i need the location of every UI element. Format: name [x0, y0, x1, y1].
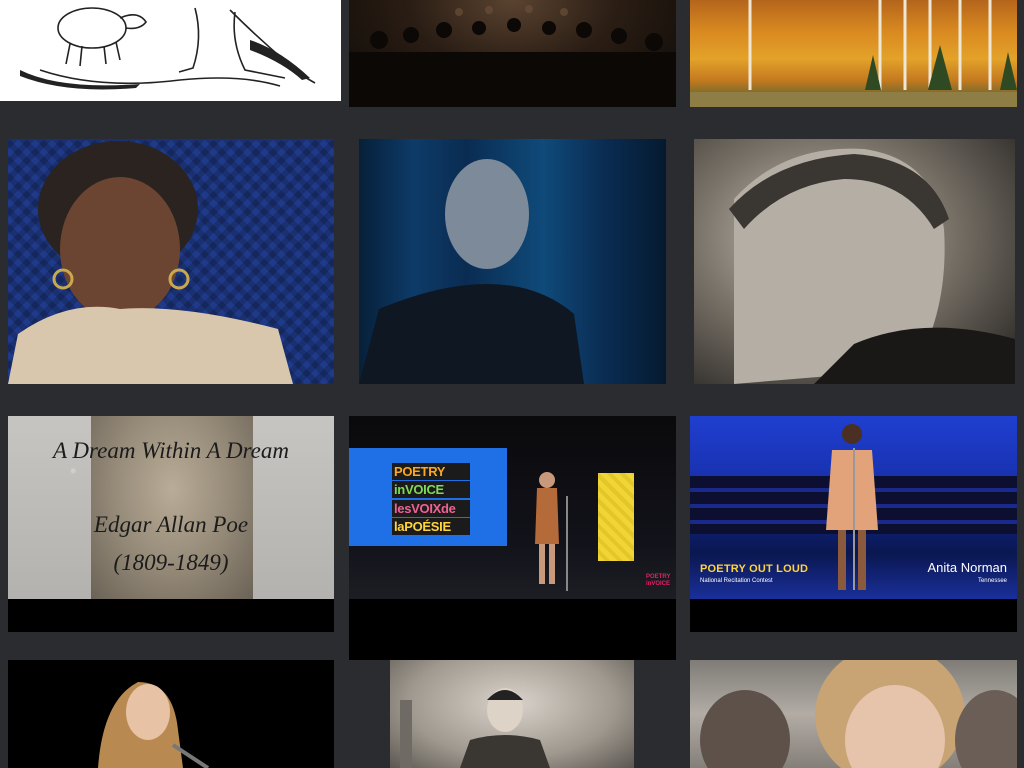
reciter-figure: [826, 424, 878, 590]
poetry-out-loud-thumbnail[interactable]: POETRY OUT LOUD National Recitation Cont…: [690, 416, 1017, 599]
row-spacer-middle: [349, 599, 676, 660]
poem-title: A Dream Within A Dream: [53, 438, 289, 463]
children-faces-thumbnail[interactable]: [690, 660, 1017, 768]
logo-line-4: laPOÉSIE: [392, 517, 470, 535]
corner-logo: POETRY inVOICE: [646, 574, 671, 587]
portrait-woman-thumbnail[interactable]: [8, 139, 334, 384]
children-faces: [700, 660, 1017, 768]
speaker-name: Anita Norman: [927, 560, 1007, 575]
performer-figure: [535, 472, 568, 591]
film-still-thumbnail[interactable]: [390, 660, 634, 768]
congregation-silhouettes: [349, 5, 676, 107]
autumn-forest-thumbnail[interactable]: [690, 0, 1017, 107]
row-spacer-left: [8, 599, 334, 632]
speaker-silhouette: [359, 159, 584, 384]
sepia-portrait-thumbnail[interactable]: [694, 139, 1015, 384]
film-still-figure: [400, 688, 550, 768]
poetry-in-voice-logo: POETRY inVOICE lesVOIXde laPOÉSIE: [392, 463, 470, 535]
engraving-animals-thumbnail[interactable]: [0, 0, 341, 101]
performer-with-mic: [98, 682, 210, 768]
poem-title-card-thumbnail[interactable]: A Dream Within A Dream Edgar Allan Poe (…: [8, 416, 334, 599]
projection-screen: POETRY inVOICE lesVOIXde laPOÉSIE: [349, 448, 507, 546]
congregation-thumbnail[interactable]: [349, 0, 676, 107]
stage-banner: [598, 473, 634, 561]
poetry-in-voice-thumbnail[interactable]: POETRY inVOICE lesVOIXde laPOÉSIE POETRY…: [349, 416, 676, 599]
woman-portrait: [8, 141, 293, 384]
speaker-state: Tennessee: [977, 578, 1007, 584]
contest-subtitle: National Recitation Contest: [700, 578, 773, 584]
poetry-out-loud-logo: POETRY OUT LOUD: [700, 563, 809, 575]
row-spacer-right: [690, 599, 1017, 632]
logo-line-1: POETRY: [392, 463, 470, 480]
logo-line-3: lesVOIXde: [392, 499, 470, 517]
forest-trees: [690, 0, 1017, 107]
poem-years: (1809-1849): [113, 550, 229, 575]
logo-line-2: inVOICE: [392, 481, 470, 499]
engraving-illustration: [20, 7, 316, 90]
performer-mic-thumbnail[interactable]: [8, 660, 334, 768]
poem-author: Edgar Allan Poe: [93, 512, 249, 537]
man-profile-portrait: [729, 148, 1015, 384]
stage-speaker-thumbnail[interactable]: [359, 139, 666, 384]
